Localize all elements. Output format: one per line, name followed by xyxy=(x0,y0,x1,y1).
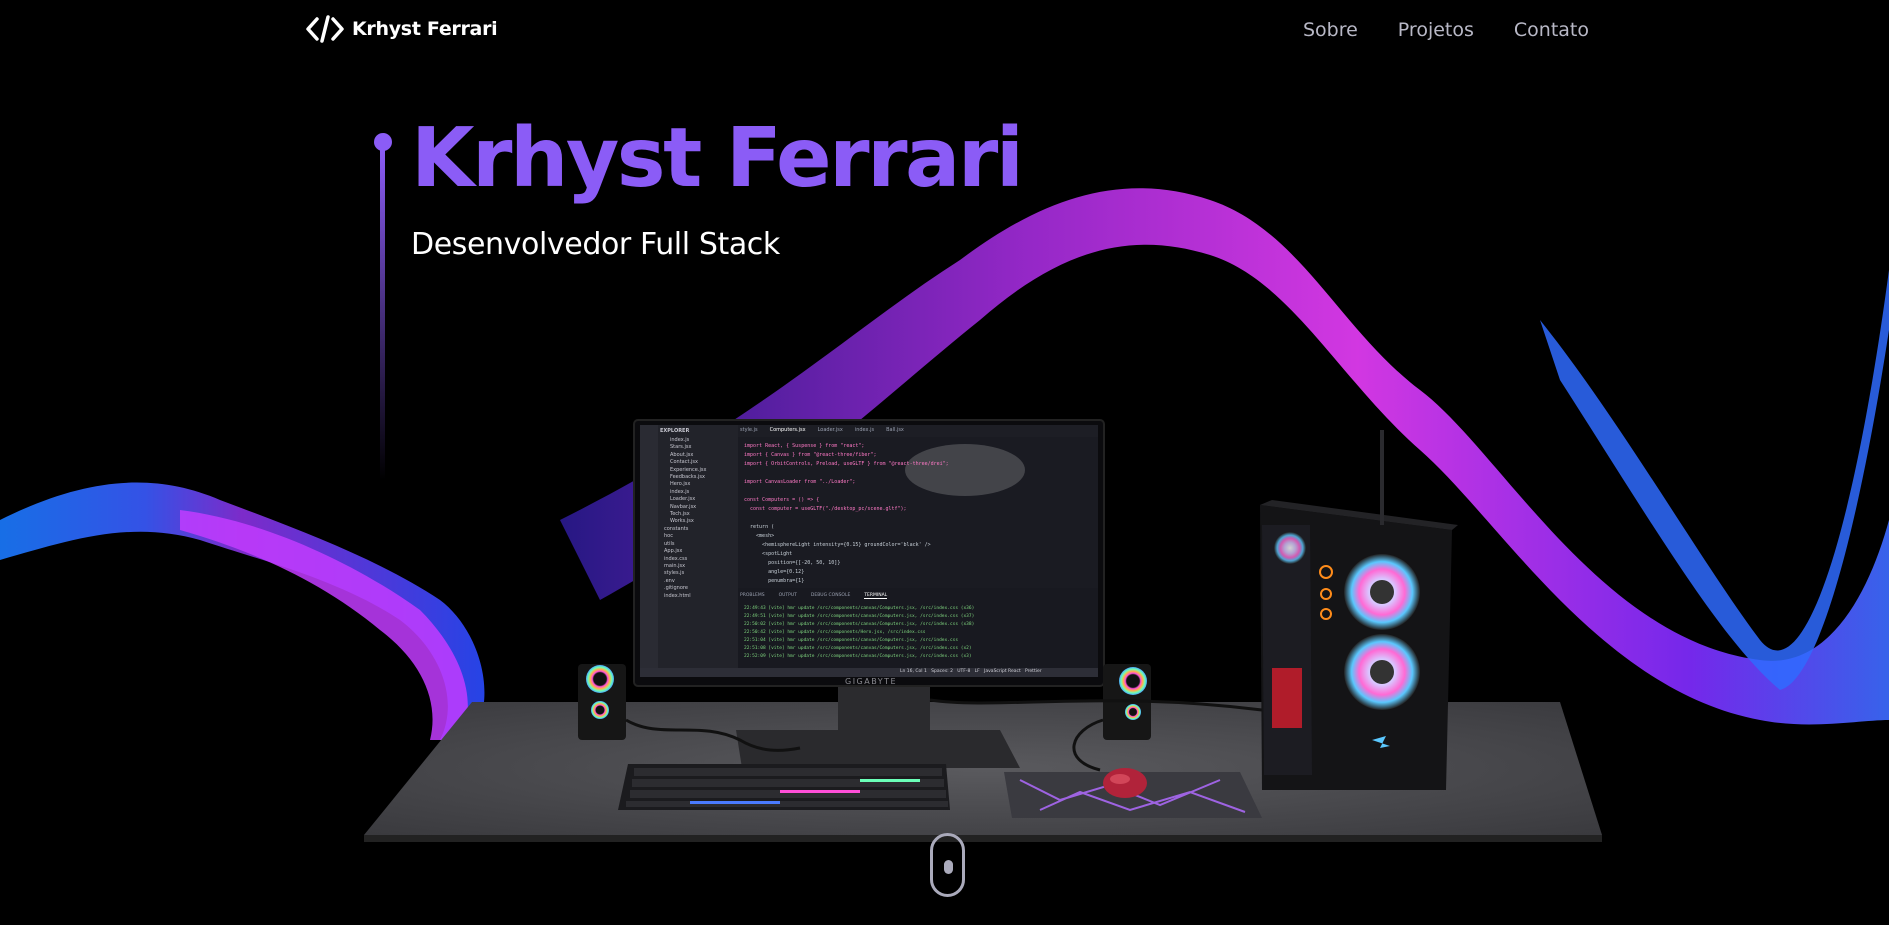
code-line: penumbra={1} xyxy=(744,578,805,584)
code-line: <mesh> xyxy=(744,533,775,539)
terminal-line: 22:52:09 [vite] hmr update /src/componen… xyxy=(744,654,972,659)
explorer-file[interactable]: Navbar.jsx xyxy=(660,504,736,511)
explorer-file[interactable]: Experience.jsx xyxy=(660,467,736,474)
nav-links: Sobre Projetos Contato xyxy=(1303,19,1589,41)
explorer-file[interactable]: About.jsx xyxy=(660,452,736,459)
desk-front xyxy=(364,835,1602,842)
terminal-line: 22:49:43 [vite] hmr update /src/componen… xyxy=(744,606,975,611)
code-line: <hemisphereLight intensity={0.15} ground… xyxy=(744,542,931,548)
file-list: index.js Stars.jsx About.jsx Contact.jsx Exp… xyxy=(660,437,736,600)
terminal: 22:49:43 [vite] hmr update /src/componen… xyxy=(744,605,1084,661)
navbar: Krhyst Ferrari Sobre Projetos Contato xyxy=(0,0,1889,62)
code-line: const Computers = () => { xyxy=(744,497,820,503)
panel-tab[interactable]: PROBLEMS xyxy=(740,593,765,599)
scroll-down-indicator[interactable] xyxy=(930,833,965,897)
explorer-file[interactable]: index.html xyxy=(660,593,736,600)
explorer-file[interactable]: index.js xyxy=(660,437,736,444)
explorer-file[interactable]: .gitignore xyxy=(660,585,736,592)
status-bar: Ln 16, Col 1 Spaces: 2 UTF-8 LF JavaScri… xyxy=(900,669,1042,674)
monitor-brand: GIGABYTE xyxy=(845,677,898,686)
explorer-file[interactable]: Hero.jsx xyxy=(660,481,736,488)
code-line: <spotLight xyxy=(744,551,793,557)
monitor-editor: EXPLORER index.js Stars.jsx About.jsx Conta… xyxy=(640,425,1098,677)
code-line: import CanvasLoader from "../Loader"; xyxy=(744,479,856,485)
editor-tab[interactable]: Ball.jsx xyxy=(886,427,904,433)
code-brackets-icon xyxy=(306,15,344,43)
code-line: position={[-20, 50, 10]} xyxy=(744,560,841,566)
explorer-file[interactable]: index.js xyxy=(660,489,736,496)
explorer-file[interactable]: main.jsx xyxy=(660,563,736,570)
nav-link-sobre[interactable]: Sobre xyxy=(1303,19,1358,41)
hero-rail-line xyxy=(380,150,385,480)
hero-subtitle: Desenvolvedor Full Stack xyxy=(411,227,780,262)
panel-tab[interactable]: TERMINAL xyxy=(864,593,888,599)
terminal-line: 22:49:51 [vite] hmr update /src/componen… xyxy=(744,614,975,619)
explorer-title: EXPLORER xyxy=(660,428,690,434)
nav-link-projetos[interactable]: Projetos xyxy=(1398,19,1474,41)
logo-text: Krhyst Ferrari xyxy=(352,18,498,40)
editor-tab[interactable]: Loader.jsx xyxy=(818,427,843,433)
explorer-file[interactable]: .env xyxy=(660,578,736,585)
explorer-file[interactable]: hoc xyxy=(660,533,736,540)
monitor-stand-neck xyxy=(838,686,930,732)
terminal-line: 22:50:02 [vite] hmr update /src/componen… xyxy=(744,622,975,627)
nav-link-contato[interactable]: Contato xyxy=(1514,19,1589,41)
explorer-file[interactable]: Stars.jsx xyxy=(660,444,736,451)
explorer-file[interactable]: Works.jsx xyxy=(660,518,736,525)
code-line: import React, { Suspense } from "react"; xyxy=(744,443,865,449)
explorer-panel: EXPLORER index.js Stars.jsx About.jsx Conta… xyxy=(660,428,736,600)
hero-rail-dot xyxy=(374,133,392,151)
explorer-file[interactable]: Contact.jsx xyxy=(660,459,736,466)
editor-tab[interactable]: style.js xyxy=(740,427,758,433)
editor-tabs: style.js Computers.jsx Loader.jsx index.js B… xyxy=(740,427,904,433)
panel-tab[interactable]: OUTPUT xyxy=(779,593,797,599)
explorer-file[interactable]: styles.js xyxy=(660,570,736,577)
editor-tab[interactable]: Computers.jsx xyxy=(770,427,806,433)
code-line: import { Canvas } from "@react-three/fib… xyxy=(744,452,877,458)
explorer-file[interactable]: utils xyxy=(660,541,736,548)
explorer-file[interactable]: Feedbacks.jsx xyxy=(660,474,736,481)
editor-tab[interactable]: index.js xyxy=(855,427,874,433)
scroll-dot xyxy=(944,860,953,874)
code-line: angle={0.12} xyxy=(744,569,805,575)
code-line: return ( xyxy=(744,524,775,530)
explorer-file[interactable]: index.css xyxy=(660,556,736,563)
explorer-file[interactable]: App.jsx xyxy=(660,548,736,555)
terminal-line: 22:50:42 [vite] hmr update /src/componen… xyxy=(744,630,926,635)
code-area: import React, { Suspense } from "react";… xyxy=(744,442,1084,586)
hero-title: Krhyst Ferrari xyxy=(411,111,1024,206)
code-line: import { OrbitControls, Preload, useGLTF… xyxy=(744,461,949,467)
explorer-file[interactable]: constants xyxy=(660,526,736,533)
logo[interactable]: Krhyst Ferrari xyxy=(306,14,498,44)
terminal-line: 22:51:08 [vite] hmr update /src/componen… xyxy=(744,646,972,651)
panel-tabs: PROBLEMS OUTPUT DEBUG CONSOLE TERMINAL xyxy=(740,593,888,599)
panel-tab[interactable]: DEBUG CONSOLE xyxy=(811,593,850,599)
explorer-file[interactable]: Loader.jsx xyxy=(660,496,736,503)
terminal-line: 22:51:04 [vite] hmr update /src/componen… xyxy=(744,638,959,643)
explorer-file[interactable]: Tech.jsx xyxy=(660,511,736,518)
code-line: const computer = useGLTF("./desktop_pc/s… xyxy=(744,506,907,512)
